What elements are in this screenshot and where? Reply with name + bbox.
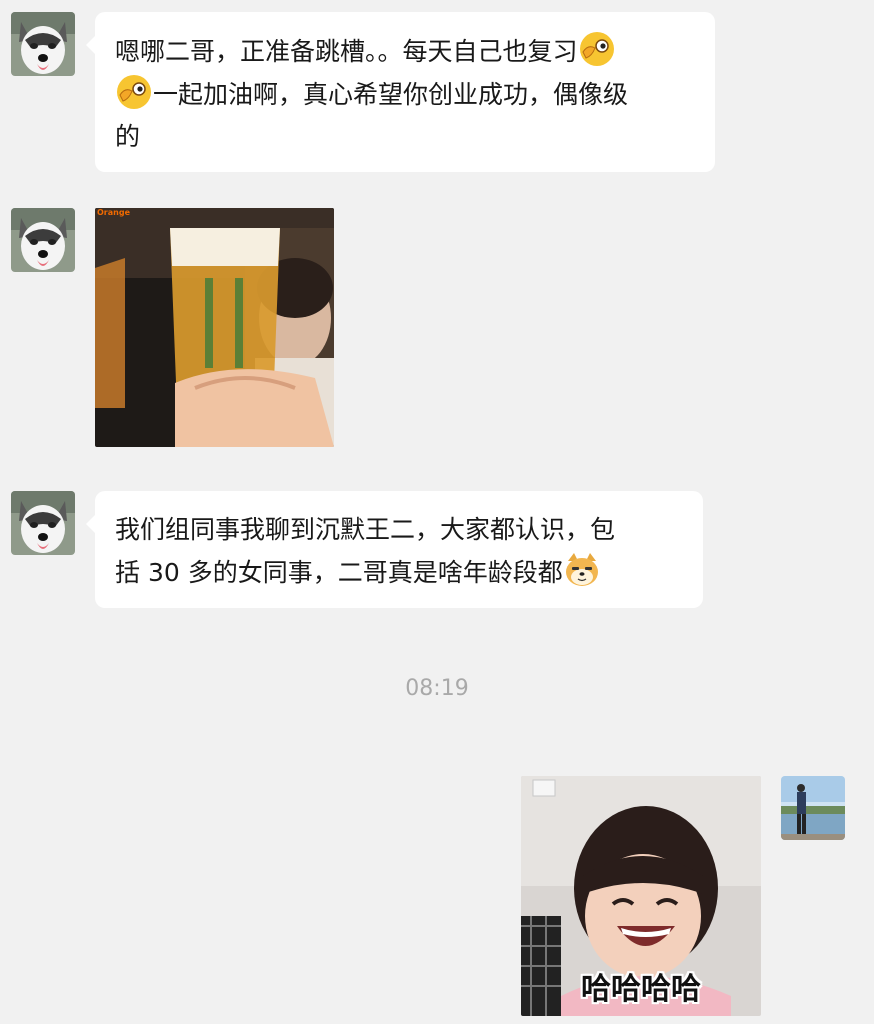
self-avatar-image xyxy=(781,776,845,840)
message-bubble-3[interactable]: 我们组同事我聊到沉默王二，大家都认识，包 括 30 多的女同事，二哥真是啥年龄段… xyxy=(86,491,703,608)
husky-avatar-image xyxy=(11,12,75,76)
message-text: 我们组同事我聊到沉默王二，大家都认识，包 xyxy=(115,515,616,544)
beer-toast-image[interactable]: Orange xyxy=(95,208,334,447)
self-avatar[interactable] xyxy=(781,776,845,840)
image-watermark: Orange xyxy=(97,208,130,217)
laughing-girl-sticker[interactable]: 哈哈哈哈 xyxy=(521,776,761,1016)
doge-emoji xyxy=(563,551,601,589)
husky-avatar[interactable] xyxy=(11,491,75,555)
message-text: 嗯哪二哥，正准备跳槽。。每天自己也复习 xyxy=(115,37,578,66)
sticker-caption: 哈哈哈哈 xyxy=(581,972,701,1007)
message-line: 嗯哪二哥，正准备跳槽。。每天自己也复习 xyxy=(115,30,695,73)
message-text: 的 xyxy=(115,122,141,151)
message-text: 一起加油啊，真心希望你创业成功，偶像级 xyxy=(153,80,629,109)
husky-avatar[interactable] xyxy=(11,12,75,76)
message-line: 括 30 多的女同事，二哥真是啥年龄段都 xyxy=(115,551,683,594)
husky-avatar[interactable] xyxy=(11,208,75,272)
husky-avatar-image xyxy=(11,208,75,272)
beer-glass-photo xyxy=(95,208,334,447)
timestamp: 08:19 xyxy=(405,676,469,701)
message-line: 一起加油啊，真心希望你创业成功，偶像级 xyxy=(115,73,695,116)
message-text: 括 30 多的女同事，二哥真是啥年龄段都 xyxy=(115,558,563,587)
ok-hand-eye-emoji xyxy=(115,73,153,111)
message-bubble-1[interactable]: 嗯哪二哥，正准备跳槽。。每天自己也复习 一起加油啊，真心希望你创业成功，偶像级 … xyxy=(86,12,715,172)
husky-avatar-image xyxy=(11,491,75,555)
ok-hand-eye-emoji xyxy=(578,30,616,68)
chat-window: 嗯哪二哥，正准备跳槽。。每天自己也复习 一起加油啊，真心希望你创业成功，偶像级 … xyxy=(0,0,874,1024)
